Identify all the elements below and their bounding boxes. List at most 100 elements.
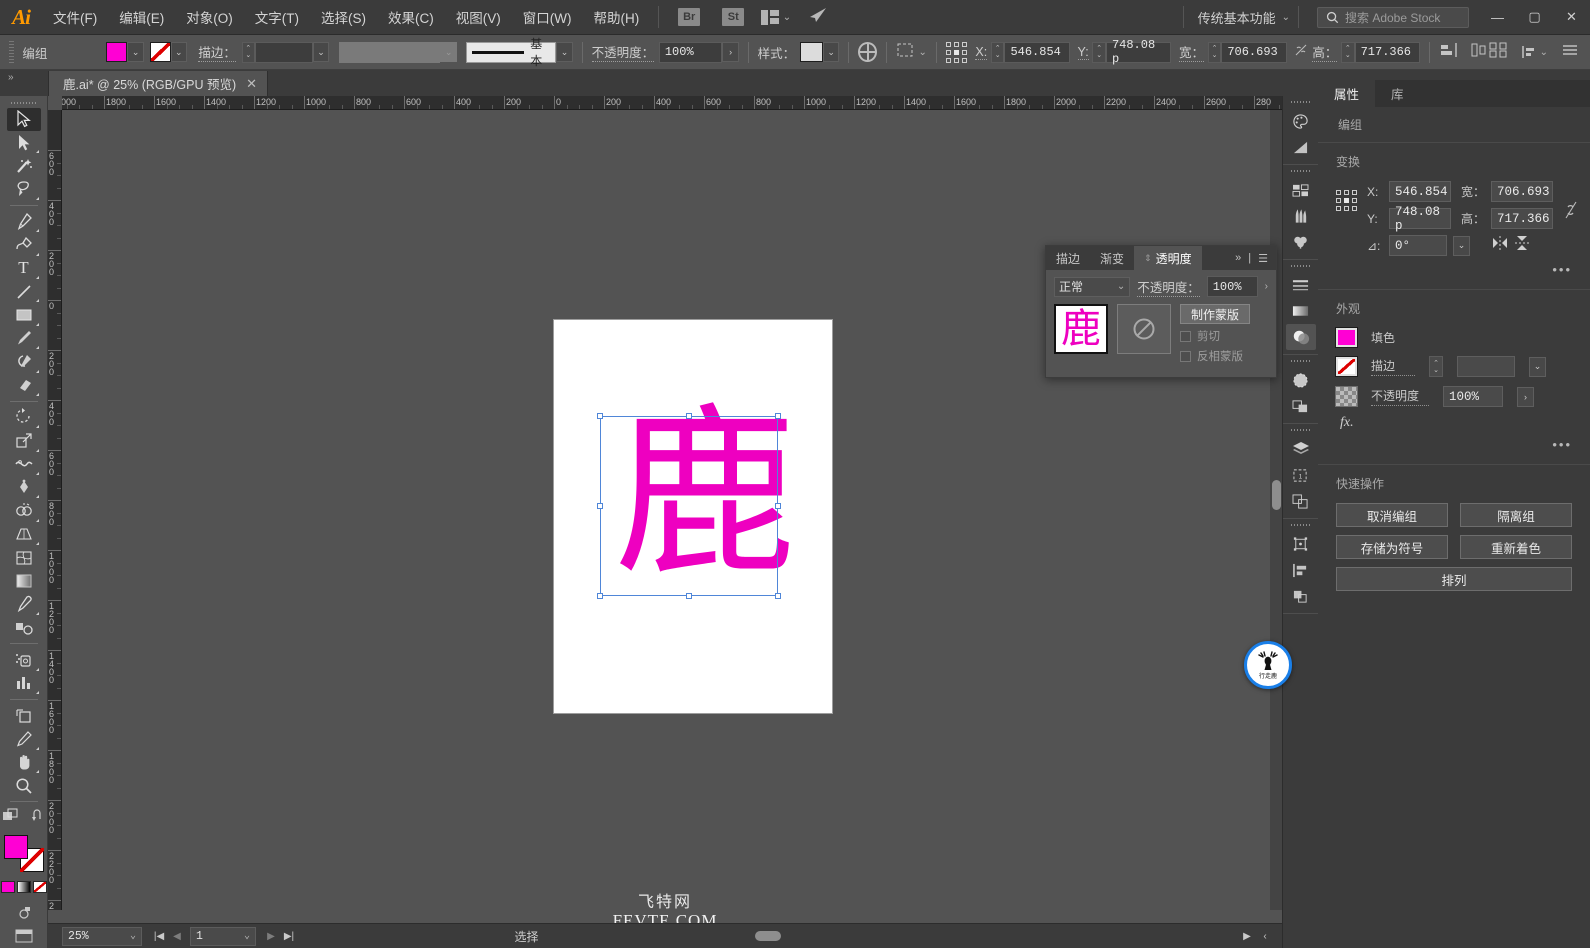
handle-middle-right[interactable] — [775, 503, 781, 509]
y-field[interactable]: 748.08 p — [1389, 205, 1451, 233]
panel-expand-icon[interactable]: » — [1235, 252, 1241, 264]
screen-mode-icon[interactable] — [7, 924, 41, 947]
handle-top-left[interactable] — [597, 413, 603, 419]
blend-tool[interactable] — [7, 616, 41, 639]
appearance-opacity-label[interactable]: 不透明度 — [1371, 387, 1429, 406]
y-stepper[interactable]: ⌃ ⌄ — [1092, 41, 1106, 63]
stock-icon[interactable]: St — [722, 8, 745, 26]
perspective-grid-tool[interactable] — [7, 523, 41, 546]
invert-mask-checkbox-row[interactable]: 反相蒙版 — [1180, 348, 1250, 364]
line-segment-tool[interactable] — [7, 280, 41, 303]
maximize-button[interactable]: ▢ — [1516, 0, 1553, 35]
graphic-styles-panel-icon[interactable] — [1286, 393, 1316, 419]
first-artboard-button[interactable]: |◀ — [150, 927, 168, 946]
menu-effect[interactable]: 效果(C) — [377, 0, 445, 35]
lock-proportions-icon[interactable] — [1293, 42, 1309, 63]
icon-group-grip[interactable] — [1290, 99, 1311, 106]
color-guide-panel-icon[interactable] — [1286, 134, 1316, 160]
add-effect-icon[interactable]: fx. — [1336, 415, 1572, 431]
tab-stroke[interactable]: 描边 — [1046, 246, 1090, 270]
menu-edit[interactable]: 编辑(E) — [108, 0, 175, 35]
menu-help[interactable]: 帮助(H) — [582, 0, 650, 35]
stroke-profile-field[interactable] — [338, 41, 441, 63]
eyedropper-tool[interactable] — [7, 593, 41, 616]
opacity-label[interactable]: 不透明度： — [591, 42, 655, 62]
document-setup-icon[interactable] — [1489, 42, 1507, 63]
tab-transparency[interactable]: ⇕ 透明度 — [1134, 246, 1202, 270]
artboard-number-field[interactable]: 1 ⌄ — [190, 926, 256, 946]
symbol-sprayer-tool[interactable] — [7, 648, 41, 671]
drawing-mode-icon[interactable] — [7, 901, 41, 924]
next-artboard-button[interactable]: ▶ — [262, 927, 280, 946]
tab-properties[interactable]: 属性 — [1318, 80, 1376, 107]
close-button[interactable]: ✕ — [1553, 0, 1590, 35]
zoom-tool[interactable] — [7, 774, 41, 797]
stroke-weight-stepper[interactable]: ⌃ ⌄ — [241, 41, 256, 63]
x-field[interactable]: 546.854 — [1004, 41, 1070, 63]
appearance-opacity-flyout-icon[interactable]: › — [1517, 386, 1534, 407]
collapse-panel-icon[interactable]: » — [8, 72, 14, 83]
ungroup-button[interactable]: 取消编组 — [1336, 503, 1448, 527]
tab-gradient[interactable]: 渐变 — [1090, 246, 1134, 270]
menu-file[interactable]: 文件(F) — [42, 0, 108, 35]
close-icon[interactable]: ✕ — [246, 76, 257, 92]
transform-preset-chevron-icon[interactable]: ⌄ — [918, 47, 926, 58]
tools-panel-grip[interactable] — [10, 99, 37, 108]
panel-options-icon[interactable]: ☰ — [1258, 252, 1268, 265]
mesh-tool[interactable] — [7, 546, 41, 569]
scrollbar-thumb[interactable] — [1272, 480, 1281, 510]
isolate-group-button[interactable]: 隔离组 — [1460, 503, 1572, 527]
stroke-profile-dropdown-icon[interactable]: ⌄ — [440, 42, 457, 62]
appearance-stroke-label[interactable]: 描边 — [1371, 357, 1415, 376]
shape-builder-tool[interactable] — [7, 499, 41, 522]
opacity-field[interactable]: 100% — [658, 41, 723, 63]
width-stepper[interactable]: ⌃ ⌄ — [1207, 41, 1222, 63]
appearance-stroke-dropdown-icon[interactable]: ⌄ — [1529, 356, 1546, 377]
clip-checkbox[interactable] — [1180, 330, 1191, 342]
arrange-documents-icon[interactable]: ⌄ — [761, 9, 791, 25]
layers-panel-icon[interactable] — [1286, 436, 1316, 462]
height-stepper[interactable]: ⌃ ⌄ — [1341, 41, 1355, 63]
clip-checkbox-row[interactable]: 剪切 — [1180, 328, 1250, 344]
fill-color-swatch[interactable] — [106, 42, 128, 62]
stroke-panel-icon[interactable] — [1286, 272, 1316, 298]
slice-tool[interactable] — [7, 727, 41, 750]
recolor-artwork-icon[interactable] — [858, 42, 878, 62]
align-panel-icon[interactable] — [1286, 557, 1316, 583]
pen-tool[interactable] — [7, 210, 41, 233]
appearance-more-options[interactable]: ••• — [1336, 437, 1572, 452]
graphic-style-swatch[interactable] — [799, 42, 823, 62]
distribute-icon[interactable] — [1469, 41, 1489, 64]
minimize-button[interactable]: — — [1479, 0, 1516, 35]
menu-view[interactable]: 视图(V) — [445, 0, 512, 35]
stroke-color-swatch[interactable] — [149, 42, 171, 62]
rectangle-tool[interactable] — [7, 303, 41, 326]
menu-object[interactable]: 对象(O) — [175, 0, 244, 35]
x-stepper[interactable]: ⌃ ⌄ — [991, 41, 1005, 63]
status-resize-handle[interactable]: ‹ — [1256, 927, 1274, 946]
save-as-symbol-button[interactable]: 存储为符号 — [1336, 535, 1448, 559]
prev-artboard-button[interactable]: ◀ — [168, 927, 186, 946]
stroke-weight-label[interactable]: 描边： — [198, 42, 236, 62]
fill-indicator[interactable] — [3, 835, 28, 860]
icon-group-grip[interactable] — [1290, 358, 1311, 365]
swatches-panel-icon[interactable] — [1286, 177, 1316, 203]
last-artboard-button[interactable]: ▶| — [280, 927, 298, 946]
magic-wand-tool[interactable] — [7, 154, 41, 177]
pathfinder-panel-icon[interactable] — [1286, 583, 1316, 609]
symbols-panel-icon[interactable] — [1286, 229, 1316, 255]
reference-point-selector[interactable] — [945, 41, 967, 63]
selection-tool[interactable] — [6, 107, 41, 132]
swap-fill-stroke-icon[interactable] — [31, 809, 46, 828]
type-tool[interactable]: T — [7, 257, 41, 280]
transparency-opacity-flyout-icon[interactable]: › — [1265, 281, 1268, 292]
stroke-style-picker[interactable]: 基本 — [466, 37, 557, 68]
appearance-fill-swatch[interactable] — [1335, 327, 1358, 348]
menu-type[interactable]: 文字(T) — [244, 0, 310, 35]
selection-bounding-box[interactable] — [597, 413, 781, 599]
appearance-stroke-stepper[interactable]: ⌃ ⌄ — [1429, 356, 1443, 377]
zoom-level-field[interactable]: 25% ⌄ — [62, 926, 142, 946]
scale-tool[interactable] — [7, 429, 41, 452]
reference-point-widget[interactable] — [1336, 190, 1357, 211]
handle-bottom-left[interactable] — [597, 593, 603, 599]
